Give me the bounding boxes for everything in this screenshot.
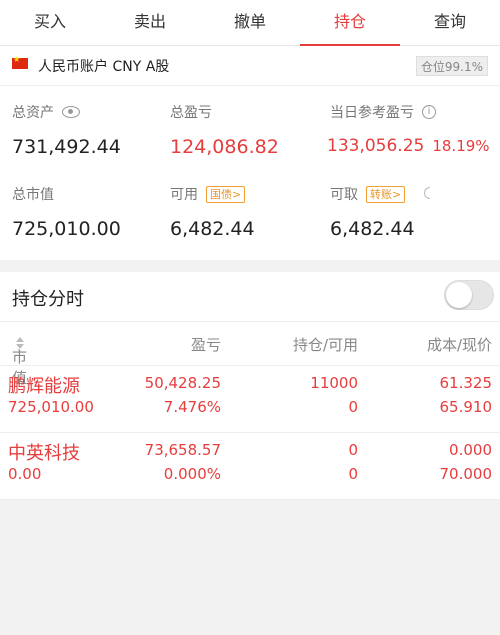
panel-title: 持仓分时 [12,289,84,310]
intraday-toggle[interactable] [444,280,494,310]
total-pnl-cell: 总盈亏 124,086.82 [170,102,279,158]
stock-holding: 11000 [310,374,358,392]
stock-available: 0 [348,398,358,416]
today-pnl-value: 133,056.25 [327,136,425,156]
table-row[interactable]: 中英科技 0.00 73,658.57 0.000% 0 0 0.000 70.… [0,433,500,500]
position-ratio-badge: 仓位99.1% [415,56,488,76]
header-pnl: 盈亏 [190,336,221,354]
refresh-icon[interactable] [424,187,430,199]
positions-panel-header: 持仓分时 [0,272,500,322]
toggle-knob [446,282,472,308]
info-icon[interactable]: i [422,105,436,119]
stock-pnl-percent: 7.476% [163,398,221,416]
header-cost-price: 成本/现价 [426,336,492,354]
stock-cost: 61.325 [439,374,493,392]
total-assets-cell: 总资产 731,492.44 [12,102,121,158]
stock-name: 中英科技 [8,443,80,464]
stock-pnl: 73,658.57 [144,441,221,459]
stock-available: 0 [348,465,358,483]
total-assets-label: 总资产 [12,105,54,121]
today-pnl-label: 当日参考盈亏 [330,105,414,121]
stock-name: 鹏辉能源 [8,376,80,397]
stock-holding: 0 [348,441,358,459]
today-pnl-cell: 当日参考盈亏 i 133,056.25 18.19% [327,102,490,156]
asset-summary: 总资产 731,492.44 总盈亏 124,086.82 当日参考盈亏 i 13… [0,86,500,260]
header-market-value[interactable]: 市值 [12,334,27,387]
account-name: 人民币账户 CNY A股 [38,59,170,75]
tab-query[interactable]: 查询 [400,0,500,45]
positions-table-header: 市值 盈亏 持仓/可用 成本/现价 [0,322,500,387]
bond-link-tag[interactable]: 国债> [206,185,246,203]
stock-cost: 0.000 [449,441,492,459]
header-holding: 持仓/可用 [292,336,358,354]
withdrawable-value: 6,482.44 [330,218,415,240]
stock-market-value: 725,010.00 [8,398,94,416]
available-label: 可用 [170,187,198,203]
market-value-cell: 总市值 725,010.00 [12,184,121,240]
withdrawable-label: 可取 [330,187,358,203]
available-cell: 可用 国债> 6,482.44 [170,184,255,240]
stock-price: 70.000 [439,465,493,483]
stock-pnl-percent: 0.000% [163,465,221,483]
tab-cancel-order[interactable]: 撤单 [200,0,300,45]
stock-price: 65.910 [439,398,493,416]
eye-icon[interactable] [62,106,80,118]
account-bar[interactable]: 人民币账户 CNY A股 仓位99.1% [0,46,500,86]
withdrawable-cell: 可取 转账> 6,482.44 [330,184,415,240]
tab-sell[interactable]: 卖出 [100,0,200,45]
today-pnl-percent: 18.19% [432,137,490,155]
stock-market-value: 0.00 [8,465,42,483]
sort-icon [16,337,24,349]
china-flag-icon [12,55,28,69]
tab-buy[interactable]: 买入 [0,0,100,45]
stock-pnl: 50,428.25 [144,374,221,392]
market-value-label: 总市值 [12,187,54,203]
total-assets-value: 731,492.44 [12,136,121,158]
tab-positions[interactable]: 持仓 [300,0,400,46]
total-pnl-label: 总盈亏 [170,105,212,121]
available-value: 6,482.44 [170,218,255,240]
table-row[interactable]: 鹏辉能源 725,010.00 50,428.25 7.476% 11000 0… [0,366,500,433]
positions-panel: 持仓分时 市值 盈亏 持仓/可用 成本/现价 鹏辉能源 725,010.00 5… [0,272,500,500]
total-pnl-value: 124,086.82 [170,136,279,158]
top-tab-bar: 买入 卖出 撤单 持仓 查询 [0,0,500,46]
market-value-value: 725,010.00 [12,218,121,240]
transfer-link-tag[interactable]: 转账> [366,185,406,203]
